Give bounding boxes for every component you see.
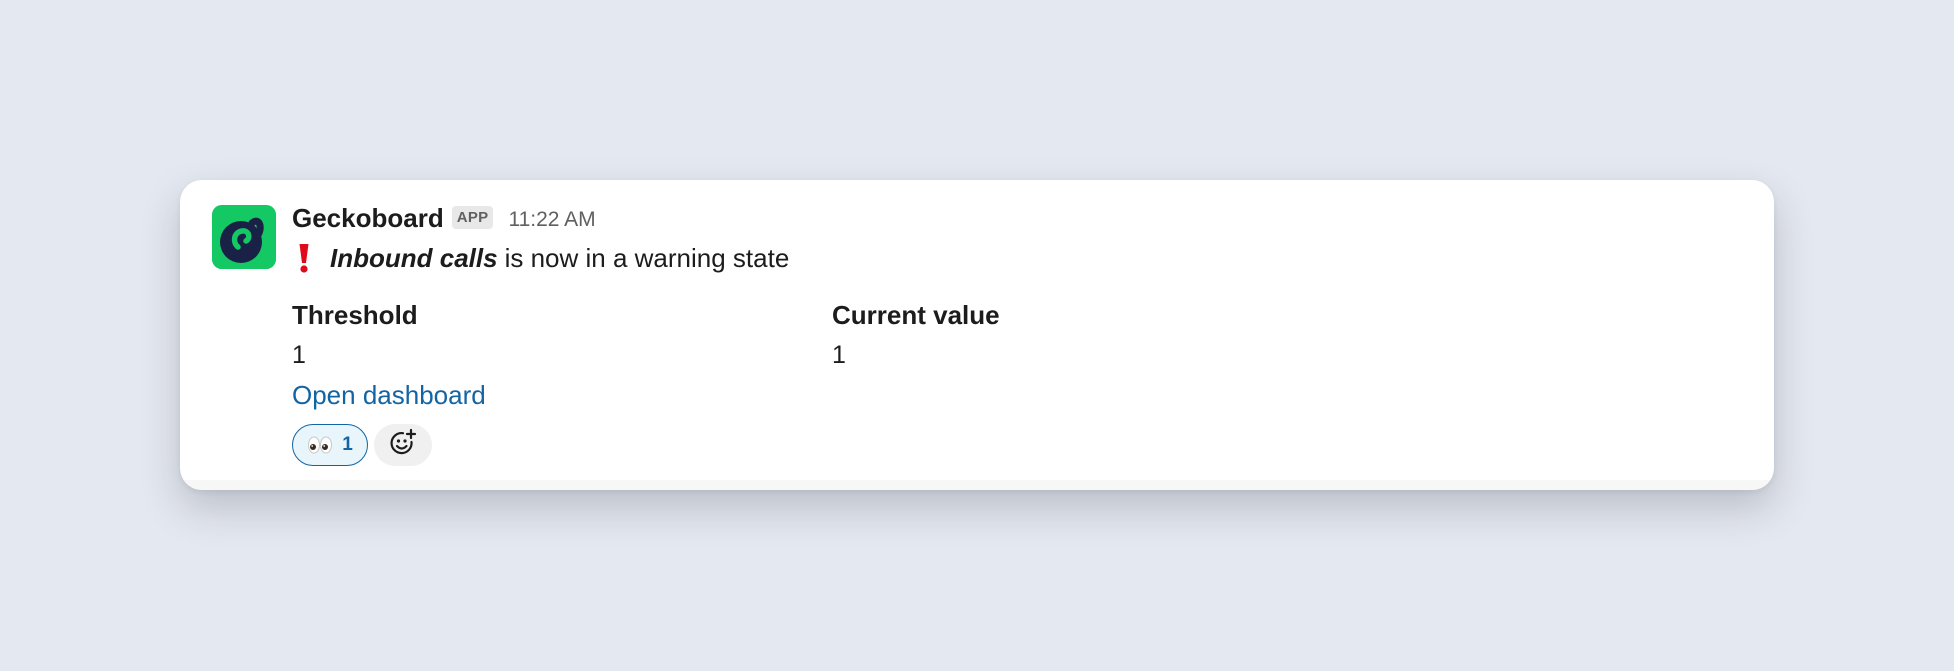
field-threshold: Threshold 1 [292, 300, 418, 370]
message-text: Inbound calls is now in a warning state [298, 240, 789, 276]
field-current-value: Current value 1 [832, 300, 1000, 370]
field-label: Threshold [292, 300, 418, 330]
eyes-icon [307, 435, 333, 455]
message-timestamp[interactable]: 11:22 AM [508, 208, 595, 232]
open-dashboard-link[interactable]: Open dashboard [292, 380, 486, 411]
metric-name: Inbound calls [330, 242, 498, 273]
field-value: 1 [292, 341, 306, 369]
reaction-count: 1 [342, 434, 353, 455]
reaction-eyes[interactable]: 1 [292, 424, 368, 466]
exclamation-icon [298, 242, 310, 274]
geckoboard-logo-icon[interactable] [212, 205, 276, 269]
add-reaction-icon [388, 428, 418, 463]
message-card: Geckoboard APP 11:22 AM Inbound calls is… [180, 180, 1774, 490]
app-badge: APP [451, 205, 494, 229]
status-text: is now in a warning state [504, 242, 790, 273]
message-header: Geckoboard APP 11:22 AM [292, 200, 596, 236]
field-label: Current value [832, 300, 1000, 330]
sender-name[interactable]: Geckoboard [292, 203, 444, 234]
field-value: 1 [832, 341, 846, 369]
add-reaction-button[interactable] [374, 424, 432, 466]
card-footer-strip [180, 480, 1774, 490]
reactions-bar: 1 [292, 424, 432, 466]
